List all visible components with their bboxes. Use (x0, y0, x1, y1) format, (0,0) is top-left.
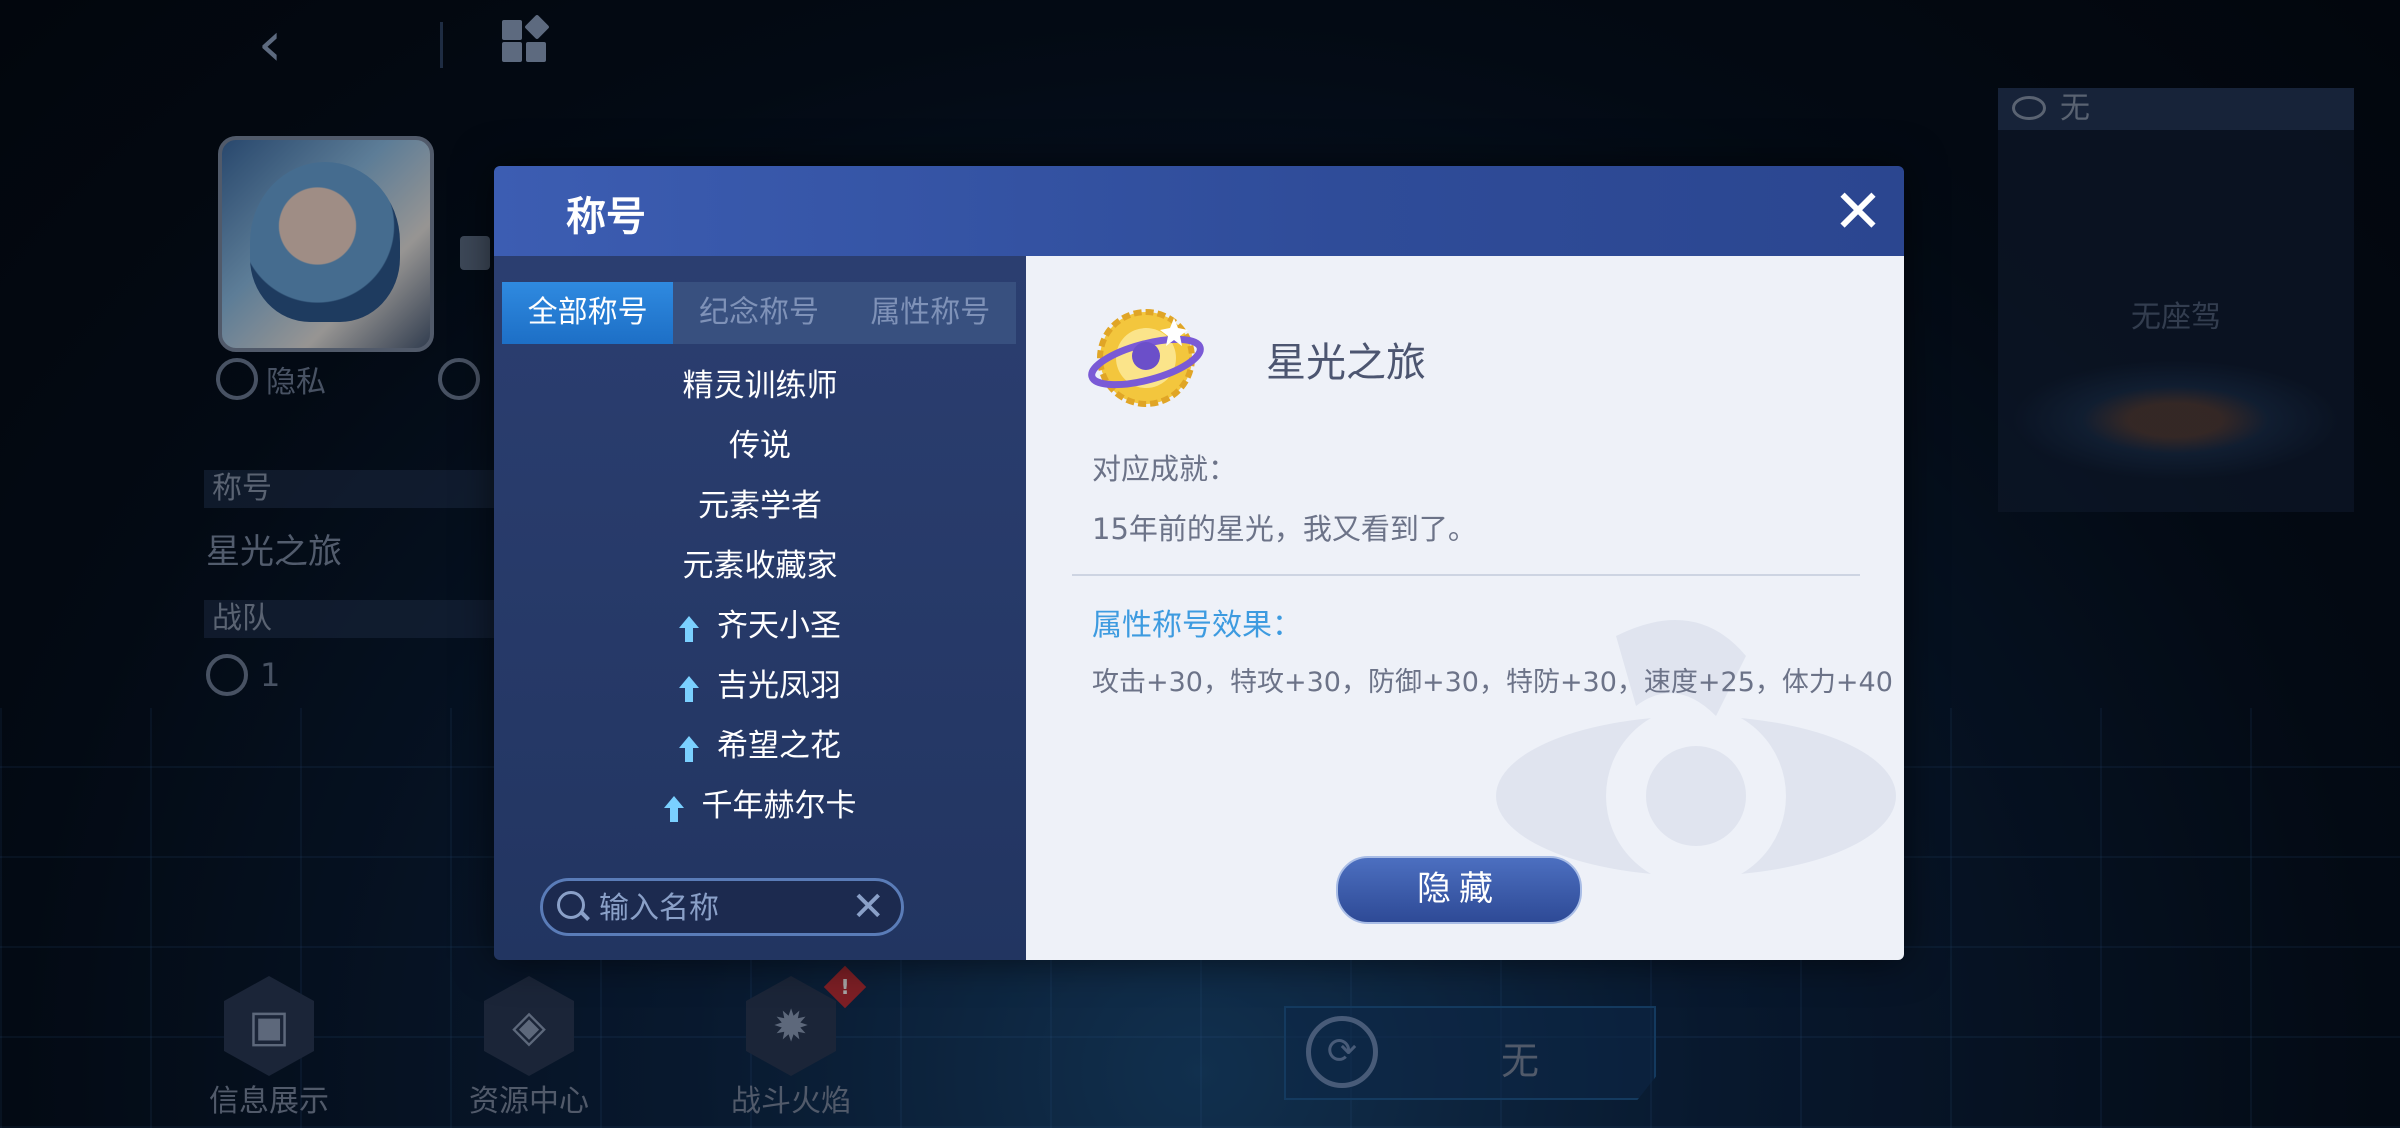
title-item[interactable]: 精灵训练师 (494, 356, 1026, 416)
title-modal: 称号 ✕ 全部称号 纪念称号 属性称号 精灵训练师 传说 元素学者 元素收藏家 … (494, 166, 1904, 960)
title-name: 星光之旅 (1266, 340, 1426, 386)
title-list-panel: 全部称号 纪念称号 属性称号 精灵训练师 传说 元素学者 元素收藏家 齐天小圣 … (494, 256, 1026, 960)
title-item[interactable]: 希望之花 (494, 716, 1026, 776)
title-detail-panel: 星光之旅 对应成就： 15年前的星光，我又看到了。 属性称号效果： 攻击+30，… (1026, 256, 1904, 960)
search-input[interactable] (597, 887, 841, 929)
tab-all-titles[interactable]: 全部称号 (502, 282, 674, 344)
effect-text: 攻击+30，特攻+30，防御+30，特防+30，速度+25，体力+40 (1092, 667, 1893, 698)
title-item[interactable]: 传说 (494, 416, 1026, 476)
tab-attribute-titles[interactable]: 属性称号 (845, 282, 1016, 344)
title-tabs: 全部称号 纪念称号 属性称号 (502, 282, 1016, 344)
effect-label: 属性称号效果： (1092, 608, 1302, 643)
arrow-up-icon (679, 736, 699, 762)
close-icon[interactable]: ✕ (1832, 182, 1884, 242)
title-item[interactable]: 千年赫尔卡 (494, 776, 1026, 836)
tab-commemorative-titles[interactable]: 纪念称号 (673, 282, 844, 344)
title-list: 精灵训练师 传说 元素学者 元素收藏家 齐天小圣 吉光凤羽 希望之花 千年赫尔卡 (494, 356, 1026, 836)
title-item[interactable]: 元素学者 (494, 476, 1026, 536)
divider (1072, 574, 1860, 576)
hide-button[interactable]: 隐藏 (1336, 856, 1582, 924)
arrow-up-icon (679, 616, 699, 642)
search-icon (557, 891, 585, 919)
achievement-label: 对应成就： (1092, 452, 1238, 486)
achievement-text: 15年前的星光，我又看到了。 (1092, 512, 1477, 546)
modal-title: 称号 (566, 194, 646, 240)
arrow-up-icon (663, 796, 684, 822)
title-badge-icon (1088, 309, 1204, 407)
title-item[interactable]: 齐天小圣 (494, 596, 1026, 656)
title-item[interactable]: 吉光凤羽 (494, 656, 1026, 716)
modal-header: 称号 ✕ (494, 166, 1904, 256)
title-item[interactable]: 元素收藏家 (494, 536, 1026, 596)
search-box: ✕ (540, 878, 904, 936)
clear-icon[interactable]: ✕ (851, 885, 885, 929)
arrow-up-icon (679, 676, 699, 702)
